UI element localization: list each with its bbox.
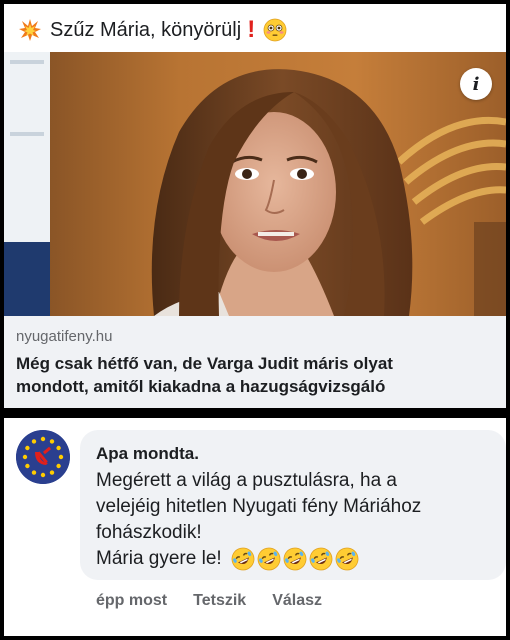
- rolling-on-floor-laughing-icon: [257, 547, 281, 571]
- link-title-line-1: Még csak hétfő van, de Varga Judit máris…: [16, 354, 393, 373]
- reaction-emoji-row: [231, 547, 361, 571]
- link-title: Még csak hétfő van, de Varga Judit máris…: [16, 352, 496, 398]
- link-domain: nyugatifeny.hu: [16, 328, 113, 345]
- comment-line-4: Mária gyere le!: [96, 546, 490, 572]
- screenshot-root: Szűz Mária, könyörülj ! i nyugatifeny.hu…: [0, 0, 510, 640]
- comment-actions: épp most Tetszik Válasz: [96, 592, 322, 610]
- comment-section: Apa mondta. Megérett a világ a pusztulás…: [4, 418, 506, 636]
- exclamation-icon: !: [247, 16, 256, 43]
- eu-flag-avatar-icon: [16, 430, 70, 484]
- comment-line-4-text: Mária gyere le!: [96, 548, 222, 569]
- shared-post-card: Szűz Mária, könyörülj ! i nyugatifeny.hu…: [4, 4, 506, 408]
- rolling-on-floor-laughing-icon: [335, 547, 359, 571]
- comment-line-1: Megérett a világ a pusztulásra, ha a: [96, 470, 398, 491]
- comment-timestamp: épp most: [96, 592, 168, 609]
- article-photo[interactable]: i: [4, 52, 506, 316]
- post-text: Szűz Mária, könyörülj !: [18, 14, 287, 46]
- collision-icon: [18, 18, 50, 42]
- article-photo-image: [4, 52, 506, 316]
- rolling-on-floor-laughing-icon: [231, 547, 255, 571]
- comment-bubble[interactable]: Apa mondta. Megérett a világ a pusztulás…: [80, 430, 506, 580]
- comment-author[interactable]: Apa mondta.: [96, 444, 490, 464]
- flushed-face-icon: [263, 18, 287, 42]
- info-button[interactable]: i: [460, 68, 492, 100]
- link-title-line-2: mondott, amitől kiakadna a hazugságvizsg…: [16, 377, 386, 396]
- rolling-on-floor-laughing-icon: [309, 547, 333, 571]
- post-text-label: Szűz Mária, könyörülj: [50, 18, 242, 41]
- comment-line-3: fohászkodik!: [96, 522, 202, 543]
- like-button[interactable]: Tetszik: [193, 592, 246, 610]
- avatar[interactable]: [16, 430, 70, 484]
- rolling-on-floor-laughing-icon: [283, 547, 307, 571]
- comment-line-2: velejéig hitetlen Nyugati fény Máriához: [96, 496, 422, 517]
- link-preview[interactable]: nyugatifeny.hu Még csak hétfő van, de Va…: [4, 316, 506, 408]
- info-button-label: i: [472, 73, 480, 95]
- reply-button[interactable]: Válasz: [272, 592, 322, 610]
